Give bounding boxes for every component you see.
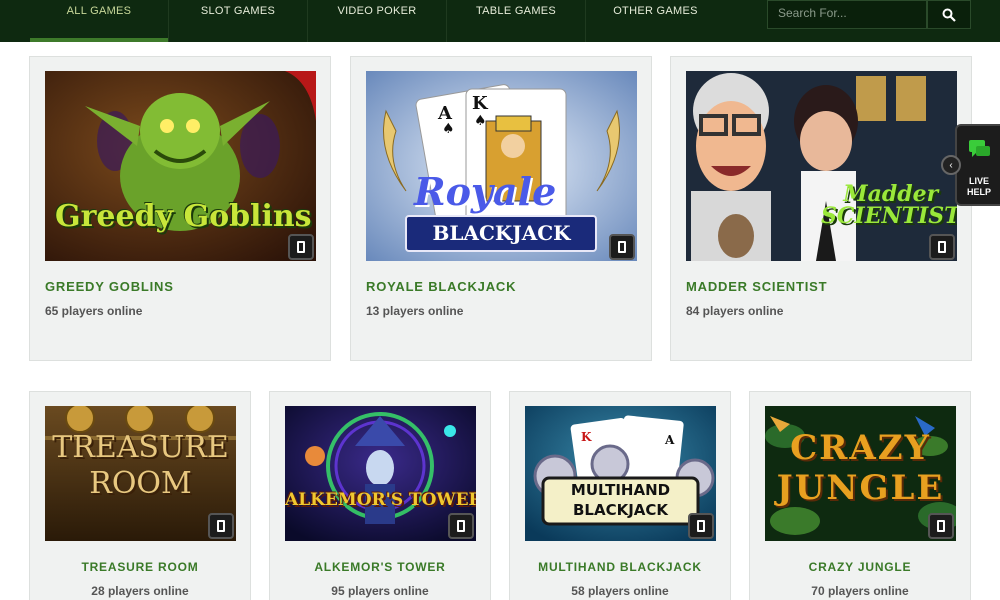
game-title[interactable]: TREASURE ROOM (30, 560, 250, 574)
nav-table-games[interactable]: TABLE GAMES (447, 0, 586, 42)
collapse-live-help-button[interactable]: ‹ (941, 155, 961, 175)
game-art-logo-line2: BLACKJACK (572, 501, 669, 519)
mobile-available-icon (928, 513, 954, 539)
nav-video-poker[interactable]: VIDEO POKER (308, 0, 447, 42)
game-thumbnail[interactable]: Madder SCIENTIST (686, 71, 957, 261)
players-online-count: 84 players online (686, 304, 784, 318)
game-title[interactable]: ALKEMOR'S TOWER (270, 560, 490, 574)
game-card-royale-blackjack[interactable]: A ♠ K ♠ Royale BLACKJACK ROYALE BLACKJAC… (350, 56, 652, 361)
svg-text:A: A (664, 433, 675, 447)
game-art-logo: MULTIHAND BLACKJACK (543, 480, 698, 520)
game-art-logo: Madder SCIENTIST (821, 183, 957, 227)
mobile-available-icon (208, 513, 234, 539)
game-art-logo: ALKEMOR'S TOWER (285, 490, 476, 510)
game-card-greedy-goblins[interactable]: Greedy Goblins GREEDY GOBLINS 65 players… (29, 56, 331, 361)
mobile-available-icon (929, 234, 955, 260)
game-card-crazy-jungle[interactable]: CRAZY JUNGLE CRAZY JUNGLE 70 players onl… (749, 391, 971, 600)
game-thumbnail[interactable]: CRAZY JUNGLE (765, 406, 956, 541)
players-online-count: 95 players online (331, 584, 429, 598)
game-art-logo-line2: ROOM (89, 466, 192, 501)
nav-slot-games[interactable]: SLOT GAMES (169, 0, 308, 42)
game-thumbnail[interactable]: TREASURE ROOM (45, 406, 236, 541)
game-art-logo: TREASURE ROOM (45, 430, 236, 502)
players-online-count: 65 players online (45, 304, 143, 318)
players-online-count: 58 players online (571, 584, 669, 598)
players-online-count: 13 players online (366, 304, 464, 318)
game-thumbnail[interactable]: K A MULTIHAND BLACKJACK (525, 406, 716, 541)
game-thumbnail[interactable]: A ♠ K ♠ Royale BLACKJACK (366, 71, 637, 261)
game-art-logo-line1: CRAZY (790, 428, 931, 468)
nav-all-games[interactable]: ALL GAMES (30, 0, 169, 42)
search-icon (942, 8, 956, 22)
nav-other-games[interactable]: OTHER GAMES (586, 0, 725, 42)
players-online-count: 28 players online (91, 584, 189, 598)
live-help-label: LIVE HELP (965, 176, 993, 198)
svg-text:K: K (581, 430, 592, 444)
svg-text:♠: ♠ (474, 113, 487, 129)
game-card-alkemors-tower[interactable]: ALKEMOR'S TOWER ALKEMOR'S TOWER 95 playe… (269, 391, 491, 600)
mobile-available-icon (688, 513, 714, 539)
game-art-logo: CRAZY JUNGLE (765, 428, 956, 508)
game-title[interactable]: ROYALE BLACKJACK (366, 279, 516, 294)
search-input[interactable]: Search For... (767, 0, 927, 29)
players-online-count: 70 players online (811, 584, 909, 598)
game-title[interactable]: GREEDY GOBLINS (45, 279, 174, 294)
game-art-logo: Royale (414, 169, 557, 214)
live-help-label-line2: HELP (966, 187, 991, 197)
chat-icon (969, 140, 990, 157)
game-card-multihand-blackjack[interactable]: K A MULTIHAND BLACKJACK MULTIHAND BLACKJ… (509, 391, 731, 600)
mobile-available-icon (448, 513, 474, 539)
game-title[interactable]: CRAZY JUNGLE (750, 560, 970, 574)
live-help-label-line1: LIVE (968, 176, 989, 186)
svg-text:♠: ♠ (442, 121, 455, 137)
game-art-logo: Greedy Goblins (55, 199, 312, 234)
game-thumbnail[interactable]: Greedy Goblins (45, 71, 316, 261)
game-card-treasure-room[interactable]: TREASURE ROOM TREASURE ROOM 28 players o… (29, 391, 251, 600)
game-title[interactable]: MULTIHAND BLACKJACK (510, 560, 730, 574)
game-card-madder-scientist[interactable]: Madder SCIENTIST MADDER SCIENTIST 84 pla… (670, 56, 972, 361)
svg-text:K: K (472, 93, 489, 114)
chevron-left-icon: ‹ (949, 159, 953, 171)
mobile-available-icon (288, 234, 314, 260)
game-art-logo-line1: Madder (843, 181, 939, 207)
game-art-logo-line1: TREASURE (52, 430, 229, 465)
game-thumbnail[interactable]: ALKEMOR'S TOWER (285, 406, 476, 541)
live-help-widget[interactable]: LIVE HELP (955, 124, 1000, 206)
game-art-logo-line2: SCIENTIST (821, 203, 957, 229)
mobile-available-icon (609, 234, 635, 260)
search-button[interactable] (927, 0, 971, 29)
game-art-logo-line2: JUNGLE (776, 468, 945, 508)
game-art-subtitle: BLACKJACK (432, 221, 571, 245)
game-art-logo-line1: MULTIHAND (570, 481, 671, 499)
game-title[interactable]: MADDER SCIENTIST (686, 279, 827, 294)
top-nav-bar: ALL GAMES SLOT GAMES VIDEO POKER TABLE G… (0, 0, 1000, 42)
game-category-nav: ALL GAMES SLOT GAMES VIDEO POKER TABLE G… (30, 0, 725, 42)
